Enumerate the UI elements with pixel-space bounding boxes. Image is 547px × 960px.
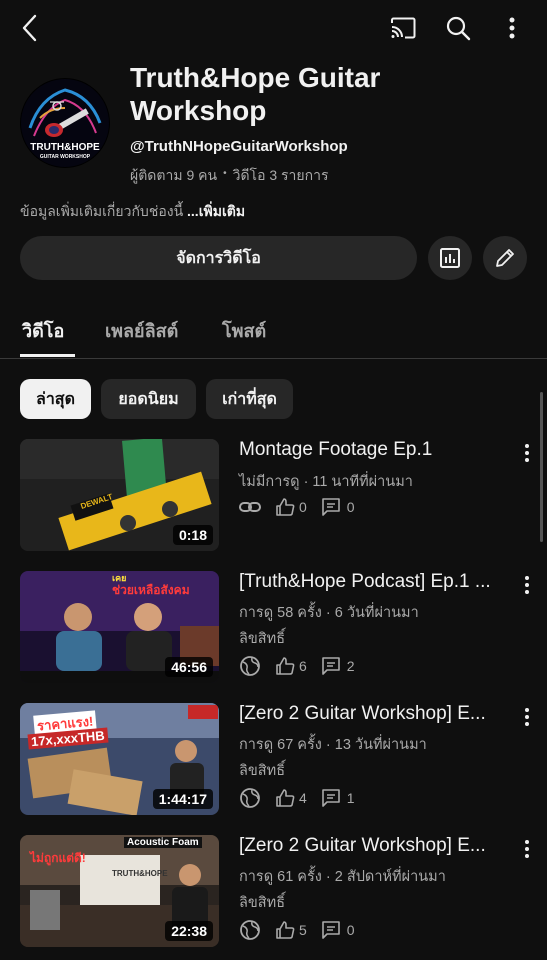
avatar-text-line1: TRUTH&HOPE: [30, 142, 100, 153]
stats-separator: •: [223, 168, 227, 179]
chip-latest[interactable]: ล่าสุด: [20, 379, 91, 419]
video-license: ลิขสิทธิ์: [239, 895, 286, 911]
video-meta: การดู 58 ครั้ง · 6 วันที่ผ่านมา: [239, 605, 419, 621]
more-options-button[interactable]: [498, 12, 526, 44]
channel-avatar[interactable]: TRUTH&HOPE GUITAR WORKSHOP: [20, 78, 110, 168]
tab-posts[interactable]: โพสต์: [222, 316, 266, 345]
back-button[interactable]: [14, 12, 46, 44]
comment-count: 1: [346, 790, 355, 806]
video-count: วิดีโอ 3 รายการ: [232, 167, 329, 183]
tabs-divider: [0, 358, 547, 359]
video-duration: 22:38: [165, 921, 213, 941]
video-meta: ไม่มีการดู · 11 นาทีที่ผ่านมา: [239, 474, 413, 490]
like-count: 4: [299, 790, 307, 806]
video-thumbnail[interactable]: ช่วยเหลือสังคม เคย 46:56: [20, 571, 219, 683]
analytics-button[interactable]: [428, 236, 472, 280]
like-icon: [276, 921, 295, 939]
thumbnail-subtext: เคย: [112, 573, 127, 583]
more-vertical-icon: [509, 17, 515, 39]
like-count: 0: [299, 499, 307, 515]
video-license: ลิขสิทธิ์: [239, 631, 286, 647]
like-count: 6: [299, 658, 307, 674]
search-button[interactable]: [441, 12, 475, 44]
comment-icon: [321, 921, 340, 939]
video-duration: 46:56: [165, 657, 213, 677]
video-item[interactable]: Acoustic Foam ไม่ถูกแต่ดี! TRUTH&HOPE 22…: [0, 835, 547, 951]
thumbnail-headline: Acoustic Foam: [124, 837, 202, 848]
video-item[interactable]: DEWALT 0:18 Montage Footage Ep.1 ไม่มีกา…: [0, 439, 547, 555]
like-count: 5: [299, 922, 307, 938]
channel-description[interactable]: ข้อมูลเพิ่มเติมเกี่ยวกับช่องนี้ ...เพิ่ม…: [20, 201, 245, 223]
cast-icon: [391, 17, 416, 39]
chip-popular[interactable]: ยอดนิยม: [101, 379, 196, 419]
video-thumbnail[interactable]: DEWALT 0:18: [20, 439, 219, 551]
comment-count: 0: [346, 922, 355, 938]
video-meta: การดู 61 ครั้ง · 2 สัปดาห์ที่ผ่านมา: [239, 869, 446, 885]
description-text: ข้อมูลเพิ่มเติมเกี่ยวกับช่องนี้: [20, 203, 188, 219]
tab-videos[interactable]: วิดีโอ: [22, 316, 64, 345]
video-title[interactable]: [Zero 2 Guitar Workshop] E...: [239, 703, 507, 725]
channel-handle: @TruthNHopeGuitarWorkshop: [130, 138, 348, 155]
comment-count: 0: [346, 499, 355, 515]
globe-icon: [240, 656, 260, 676]
chip-oldest[interactable]: เก่าที่สุด: [206, 379, 293, 419]
subscriber-count: ผู้ติดตาม 9 คน: [130, 167, 218, 183]
video-thumbnail[interactable]: ราคาแรง! 17x,xxxTHB 1:44:17: [20, 703, 219, 815]
avatar-text-line2: GUITAR WORKSHOP: [39, 154, 91, 160]
comment-icon: [321, 498, 340, 516]
video-stats: 6 2: [239, 655, 369, 677]
thumbnail-subtext: ไม่ถูกแต่ดี!: [30, 851, 86, 865]
more-link[interactable]: ...เพิ่มเติม: [187, 203, 245, 219]
video-title[interactable]: [Truth&Hope Podcast] Ep.1 ...: [239, 571, 507, 593]
cast-button[interactable]: [386, 12, 420, 44]
video-meta: การดู 67 ครั้ง · 13 วันที่ผ่านมา: [239, 737, 427, 753]
analytics-icon: [440, 248, 460, 268]
video-stats: 0 0: [239, 497, 369, 517]
video-more-icon[interactable]: [518, 839, 536, 859]
video-license: ลิขสิทธิ์: [239, 763, 286, 779]
manage-videos-label: จัดการวิดีโอ: [176, 249, 261, 267]
video-duration: 1:44:17: [152, 789, 213, 809]
channel-name-line2: Workshop: [130, 95, 267, 126]
globe-icon: [240, 788, 260, 808]
edit-channel-button[interactable]: [483, 236, 527, 280]
video-more-icon[interactable]: [518, 575, 536, 595]
video-more-icon[interactable]: [518, 443, 536, 463]
tab-playlists[interactable]: เพลย์ลิสต์: [105, 316, 178, 345]
tab-active-indicator: [20, 354, 75, 357]
video-stats: 5 0: [239, 919, 369, 941]
comment-count: 2: [346, 658, 355, 674]
comment-icon: [321, 657, 340, 675]
pencil-icon: [496, 249, 514, 267]
globe-icon: [240, 920, 260, 940]
manage-videos-button[interactable]: จัดการวิดีโอ: [20, 236, 417, 280]
channel-name-line1: Truth&Hope Guitar: [130, 62, 381, 93]
video-stats: 4 1: [239, 787, 369, 809]
video-item[interactable]: ช่วยเหลือสังคม เคย 46:56 [Truth&Hope Pod…: [0, 571, 547, 687]
like-icon: [276, 498, 295, 516]
video-title[interactable]: Montage Footage Ep.1: [239, 439, 507, 461]
video-more-icon[interactable]: [518, 707, 536, 727]
video-duration: 0:18: [172, 525, 213, 545]
comment-icon: [321, 789, 340, 807]
video-title[interactable]: [Zero 2 Guitar Workshop] E...: [239, 835, 507, 857]
like-icon: [276, 789, 295, 807]
search-icon: [446, 16, 471, 41]
back-arrow-icon: [22, 14, 37, 42]
link-icon: [239, 502, 261, 512]
like-icon: [276, 657, 295, 675]
channel-stats: ผู้ติดตาม 9 คน • วิดีโอ 3 รายการ: [130, 165, 328, 187]
channel-name: Truth&Hope Guitar Workshop: [130, 61, 380, 127]
thumbnail-logo: TRUTH&HOPE: [112, 869, 168, 878]
video-item[interactable]: ราคาแรง! 17x,xxxTHB 1:44:17 [Zero 2 Guit…: [0, 703, 547, 819]
video-thumbnail[interactable]: Acoustic Foam ไม่ถูกแต่ดี! TRUTH&HOPE 22…: [20, 835, 219, 947]
